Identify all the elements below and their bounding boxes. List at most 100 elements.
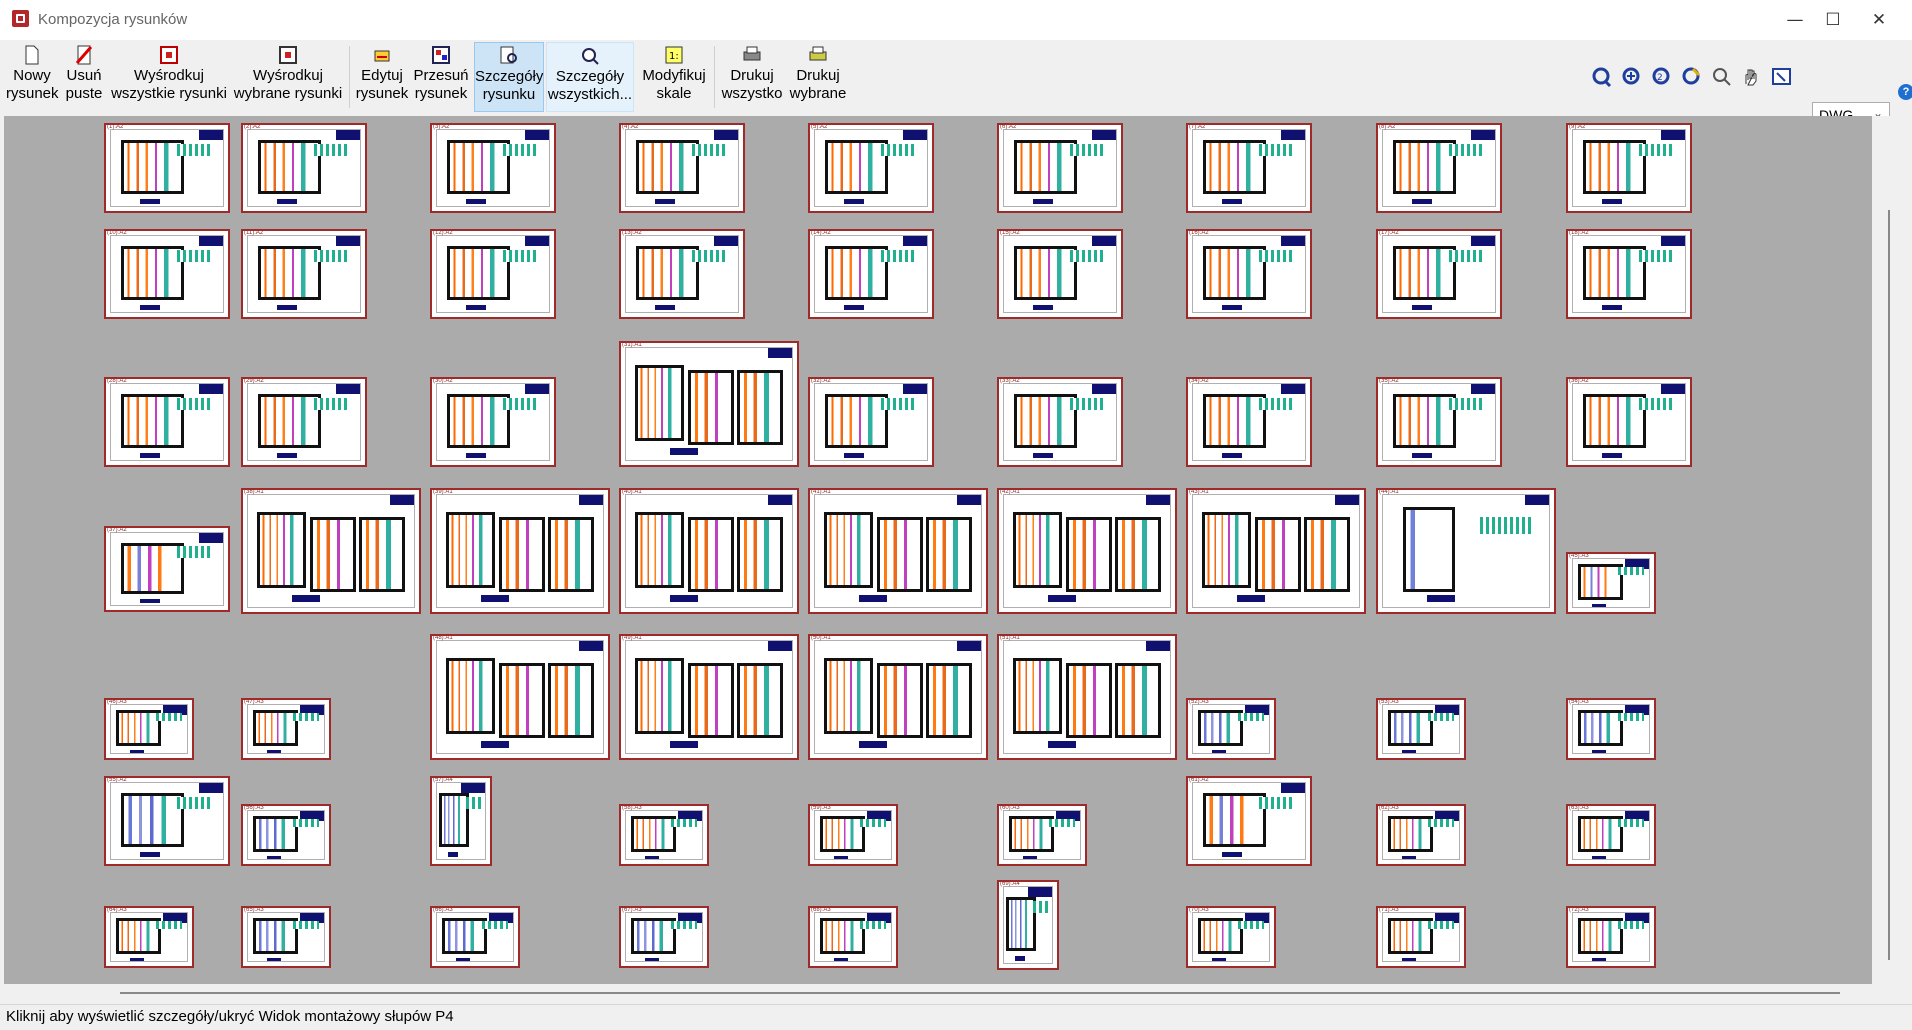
- drawing-sheet[interactable]: (61):A2: [1186, 776, 1312, 866]
- drawing-sheet[interactable]: (2):A2: [241, 123, 367, 213]
- drawing-view: [737, 369, 783, 446]
- center-selected-button[interactable]: Wyśrodkuj wybrane rysunki: [232, 42, 344, 112]
- title-block: [336, 236, 360, 246]
- zoom-fit-window-icon[interactable]: [1771, 66, 1793, 88]
- drawing-sheet[interactable]: (44):A1: [1376, 488, 1556, 614]
- drawing-sheet[interactable]: (10):A2: [104, 229, 230, 319]
- drawing-sheet[interactable]: (16):A2: [1186, 229, 1312, 319]
- section-view: [1258, 143, 1296, 156]
- drawing-sheet[interactable]: (5):A2: [808, 123, 934, 213]
- close-button[interactable]: ✕: [1856, 0, 1902, 40]
- drawing-sheet[interactable]: (63):A3: [1566, 804, 1656, 866]
- drawing-sheet[interactable]: (17):A2: [1376, 229, 1502, 319]
- drawing-sheet[interactable]: (60):A3: [997, 804, 1087, 866]
- horizontal-scrollbar[interactable]: [4, 984, 1912, 1004]
- drawing-sheet[interactable]: (67):A3: [619, 906, 709, 968]
- drawing-sheet[interactable]: (41):A1: [808, 488, 988, 614]
- drawing-sheet[interactable]: (3):A2: [430, 123, 556, 213]
- remove-empty-button[interactable]: Usuń puste: [60, 42, 108, 112]
- drawing-sheet[interactable]: (50):A1: [808, 634, 988, 760]
- drawing-sheet[interactable]: (51):A1: [997, 634, 1177, 760]
- drawing-sheet[interactable]: (72):A3: [1566, 906, 1656, 968]
- drawing-details-button[interactable]: Szczegóły rysunku: [474, 42, 544, 112]
- legend-block: [859, 740, 888, 749]
- drawing-sheet[interactable]: (18):A2: [1566, 229, 1692, 319]
- drawing-sheet[interactable]: (49):A1: [619, 634, 799, 760]
- drawing-sheet[interactable]: (9):A2: [1566, 123, 1692, 213]
- drawing-sheet[interactable]: (1):A2: [104, 123, 230, 213]
- move-drawing-button[interactable]: Przesuń rysunek: [412, 42, 470, 112]
- drawing-view: [1115, 516, 1161, 593]
- drawing-sheet[interactable]: (15):A2: [997, 229, 1123, 319]
- drawing-sheet[interactable]: (13):A2: [619, 229, 745, 319]
- help-icon[interactable]: ?: [1898, 84, 1912, 100]
- section-view: [1237, 712, 1264, 721]
- drawing-view: [1005, 897, 1037, 951]
- drawing-sheet[interactable]: (14):A2: [808, 229, 934, 319]
- new-drawing-button[interactable]: Nowy rysunek: [6, 42, 59, 112]
- drawing-sheet[interactable]: (53):A3: [1376, 698, 1466, 760]
- zoom-2x-icon[interactable]: 2: [1651, 66, 1673, 88]
- zoom-realtime-icon[interactable]: [1681, 66, 1703, 88]
- drawing-sheet[interactable]: (66):A3: [430, 906, 520, 968]
- drawing-sheet[interactable]: (36):A2: [1566, 377, 1692, 467]
- drawing-sheet[interactable]: (32):A2: [808, 377, 934, 467]
- drawing-sheet[interactable]: (42):A1: [997, 488, 1177, 614]
- drawing-sheet[interactable]: (40):A1: [619, 488, 799, 614]
- drawing-sheet[interactable]: (55):A2: [104, 776, 230, 866]
- drawing-canvas[interactable]: (1):A2 (2):A2 (3):A2 (4):A2 (5):A2 (6):A2 (7):…: [4, 116, 1872, 984]
- drawing-sheet[interactable]: (8):A2: [1376, 123, 1502, 213]
- zoom-previous-icon[interactable]: [1591, 66, 1613, 88]
- drawing-sheet[interactable]: (64):A3: [104, 906, 194, 968]
- drawing-sheet[interactable]: (29):A2: [241, 377, 367, 467]
- drawing-sheet[interactable]: (31):A1: [619, 341, 799, 467]
- horizontal-scrollbar-thumb[interactable]: [120, 992, 1840, 994]
- drawing-sheet[interactable]: (70):A3: [1186, 906, 1276, 968]
- drawing-sheet[interactable]: (30):A2: [430, 377, 556, 467]
- maximize-button[interactable]: ☐: [1810, 0, 1856, 40]
- zoom-window-icon[interactable]: [1711, 66, 1733, 88]
- pan-hand-icon[interactable]: [1741, 66, 1763, 88]
- drawing-sheet[interactable]: (52):A3: [1186, 698, 1276, 760]
- drawing-sheet[interactable]: (57):A4: [430, 776, 492, 866]
- all-details-button[interactable]: Szczegóły wszystkich...: [546, 42, 634, 112]
- drawing-sheet[interactable]: (58):A3: [619, 804, 709, 866]
- legend-block: [844, 198, 864, 205]
- vertical-scrollbar[interactable]: [1872, 116, 1912, 984]
- drawing-sheet[interactable]: (56):A3: [241, 804, 331, 866]
- center-all-button[interactable]: Wyśrodkuj wszystkie rysunki: [110, 42, 228, 112]
- drawing-sheet[interactable]: (46):A3: [104, 698, 194, 760]
- drawing-sheet[interactable]: (65):A3: [241, 906, 331, 968]
- drawing-sheet[interactable]: (12):A2: [430, 229, 556, 319]
- drawing-sheet[interactable]: (38):A1: [241, 488, 421, 614]
- section-view: [859, 920, 886, 929]
- drawing-sheet[interactable]: (43):A1: [1186, 488, 1366, 614]
- vertical-scrollbar-thumb[interactable]: [1888, 210, 1890, 960]
- edit-drawing-button[interactable]: Edytuj rysunek: [354, 42, 410, 112]
- drawing-sheet[interactable]: (68):A3: [808, 906, 898, 968]
- drawing-sheet[interactable]: (37):A2: [104, 526, 230, 612]
- drawing-sheet[interactable]: (35):A2: [1376, 377, 1502, 467]
- drawing-sheet[interactable]: (71):A3: [1376, 906, 1466, 968]
- drawing-sheet[interactable]: (28):A2: [104, 377, 230, 467]
- drawing-sheet[interactable]: (11):A2: [241, 229, 367, 319]
- drawing-sheet[interactable]: (7):A2: [1186, 123, 1312, 213]
- drawing-sheet[interactable]: (59):A3: [808, 804, 898, 866]
- drawing-sheet[interactable]: (6):A2: [997, 123, 1123, 213]
- drawing-sheet[interactable]: (34):A2: [1186, 377, 1312, 467]
- drawing-sheet[interactable]: (62):A3: [1376, 804, 1466, 866]
- print-all-button[interactable]: Drukuj wszystko: [720, 42, 784, 112]
- drawing-sheet[interactable]: (48):A1: [430, 634, 610, 760]
- drawing-sheet[interactable]: (69):A4: [997, 880, 1059, 970]
- drawing-sheet[interactable]: (33):A2: [997, 377, 1123, 467]
- drawing-sheet[interactable]: (47):A3: [241, 698, 331, 760]
- drawing-sheet[interactable]: (4):A2: [619, 123, 745, 213]
- print-selected-button[interactable]: Drukuj wybrane: [786, 42, 850, 112]
- drawing-sheet[interactable]: (39):A1: [430, 488, 610, 614]
- zoom-extents-icon[interactable]: [1621, 66, 1643, 88]
- modify-scales-button[interactable]: 1: Modyfikuj skale: [638, 42, 710, 112]
- printer-selected-icon: [808, 45, 828, 65]
- title-block: [1335, 495, 1359, 505]
- drawing-sheet[interactable]: (54):A3: [1566, 698, 1656, 760]
- drawing-sheet[interactable]: (45):A3: [1566, 552, 1656, 614]
